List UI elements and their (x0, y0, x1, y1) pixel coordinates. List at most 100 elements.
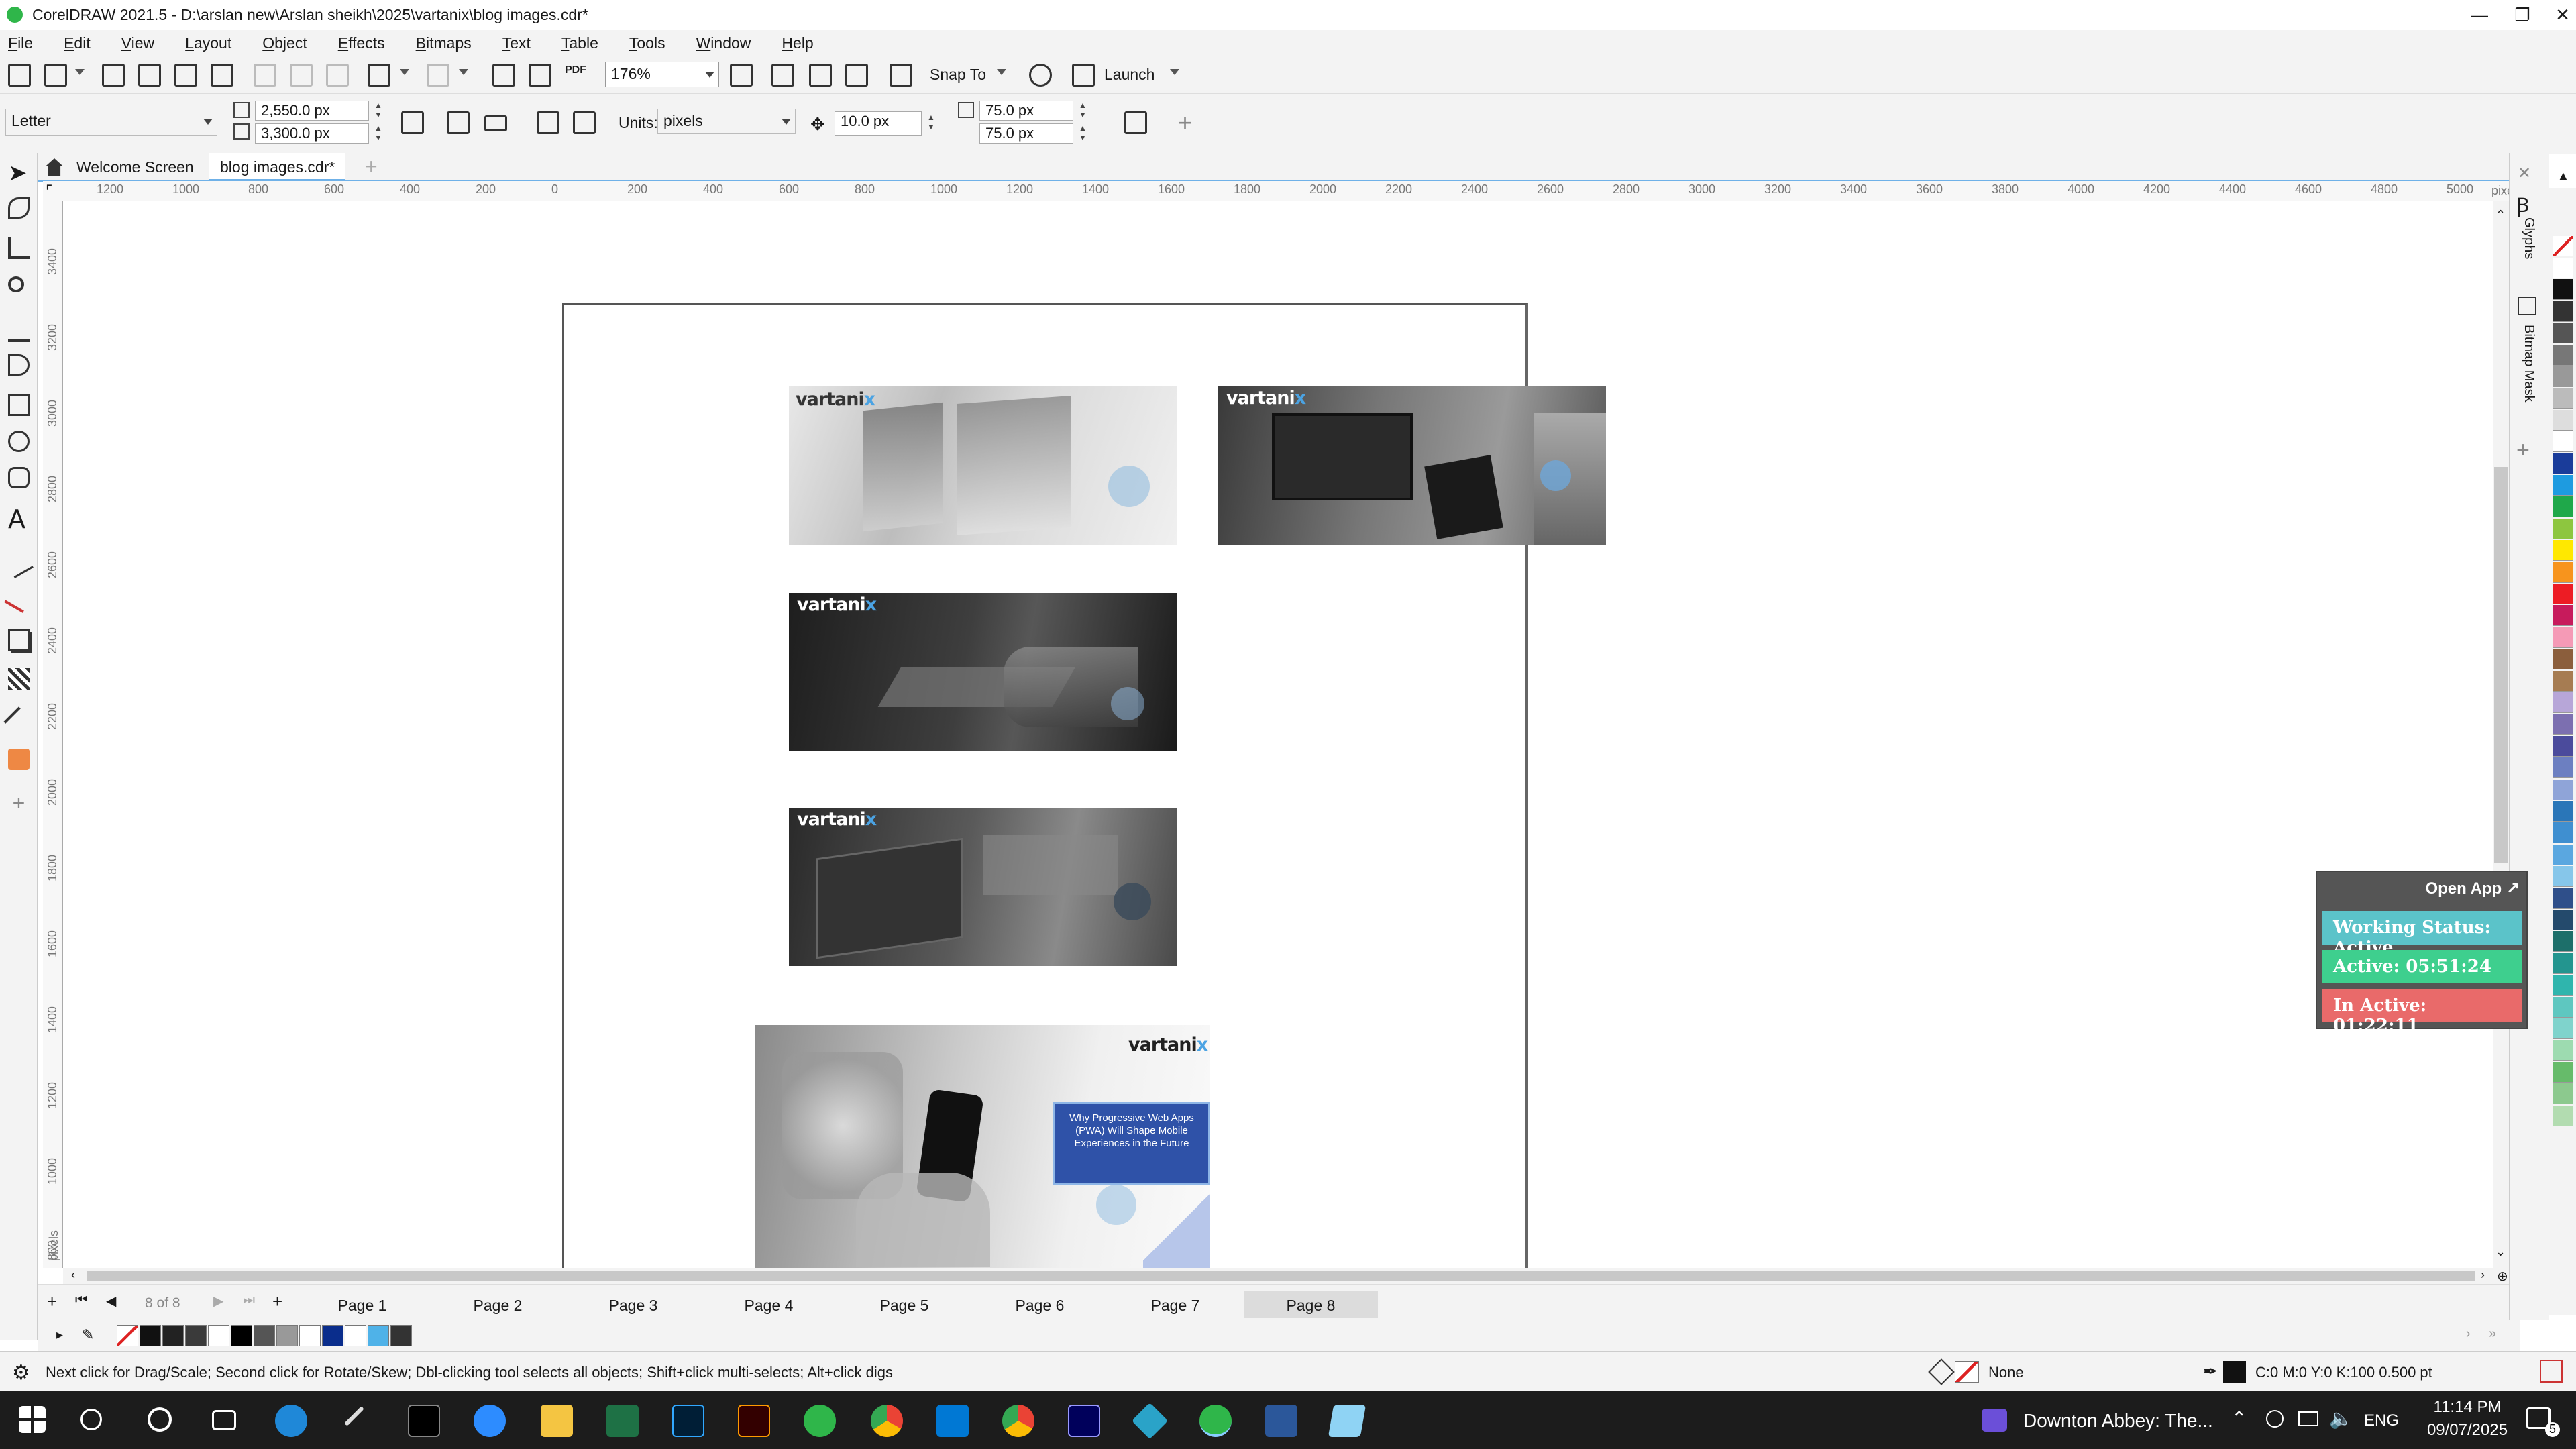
last-page-icon[interactable]: ⏭ (243, 1293, 255, 1308)
previous-page-icon[interactable]: ◀ (106, 1293, 116, 1309)
color-swatch[interactable] (2553, 301, 2573, 322)
color-swatch[interactable] (2553, 584, 2573, 604)
horizontal-ruler[interactable]: ⌜ 1200 1000 800 600 400 200 0 200 400 600 800 1000 1… (43, 181, 2525, 201)
tab-blog-images[interactable]: blog images.cdr* (209, 153, 346, 181)
upload-icon[interactable] (174, 64, 197, 87)
open-icon[interactable] (44, 64, 67, 87)
all-pages-icon[interactable] (537, 111, 559, 134)
ellipse-tool-icon[interactable] (8, 431, 30, 452)
menu-view[interactable]: View (121, 34, 154, 52)
document-color-swatch[interactable] (185, 1325, 207, 1346)
color-swatch[interactable] (2553, 279, 2573, 301)
ruler-origin-icon[interactable]: ⌜ (46, 182, 52, 200)
grid-icon[interactable] (809, 64, 832, 87)
color-swatch[interactable] (2553, 540, 2573, 561)
outline-swatch[interactable] (2223, 1361, 2246, 1383)
blog-image-3[interactable]: vartanix (789, 593, 1177, 751)
dup-x-spinner[interactable]: ▲ ▼ (1075, 101, 1091, 121)
search-icon[interactable] (80, 1409, 102, 1430)
page-tab-1[interactable]: Page 1 (295, 1291, 429, 1318)
color-swatch[interactable] (2553, 649, 2573, 670)
page-tab-6[interactable]: Page 6 (973, 1291, 1107, 1318)
add-icon[interactable]: + (1178, 109, 1192, 137)
pen-icon[interactable]: ✒ (2203, 1361, 2218, 1382)
add-tab-icon[interactable]: + (365, 154, 378, 179)
vertical-ruler[interactable]: 3400 3200 3000 2800 2600 2400 2200 2000 1800 1600… (43, 201, 63, 1268)
color-swatch[interactable] (2553, 496, 2573, 518)
launch-button[interactable]: Launch (1104, 66, 1155, 84)
document-color-swatch[interactable] (276, 1325, 298, 1346)
no-color-swatch[interactable] (2553, 236, 2573, 256)
color-swatch[interactable] (2553, 866, 2573, 888)
width-spinner[interactable]: ▲ ▼ (370, 101, 386, 121)
excel-icon[interactable] (606, 1405, 639, 1437)
full-screen-icon[interactable] (730, 64, 753, 87)
color-swatch[interactable] (2553, 518, 2573, 539)
cut-icon[interactable] (254, 64, 276, 87)
page-tab-8-active[interactable]: Page 8 (1244, 1291, 1378, 1318)
current-page-icon[interactable] (573, 111, 596, 134)
crop-tool-icon[interactable] (8, 237, 30, 259)
page-size-combo[interactable]: Letter (5, 109, 217, 136)
text-tool-icon[interactable]: A (8, 506, 30, 532)
eyedropper-icon[interactable] (3, 706, 34, 737)
color-swatch[interactable] (2553, 388, 2573, 409)
drawing-canvas[interactable]: vartanix vartanix vartanix vartanix Why … (63, 201, 2509, 1268)
bitmap-mask-docker-tab[interactable]: Bitmap Mask (2521, 325, 2536, 402)
connector-tool-icon[interactable] (4, 584, 34, 613)
cortana-icon[interactable] (148, 1407, 172, 1432)
zoom-tool-icon[interactable] (8, 276, 24, 292)
duplicate-y-field[interactable]: 75.0 px (979, 123, 1073, 144)
photoshop-icon[interactable] (672, 1405, 704, 1437)
menu-effects[interactable]: Effects (338, 34, 385, 52)
next-page-icon[interactable]: ▶ (213, 1293, 223, 1309)
first-page-icon[interactable]: ⏮ (75, 1293, 87, 1308)
pdf-export-icon[interactable]: PDF (565, 64, 586, 76)
save-icon[interactable] (102, 64, 125, 87)
interactive-fill-icon[interactable] (8, 749, 30, 770)
page-tab-3[interactable]: Page 3 (566, 1291, 700, 1318)
document-color-swatch[interactable] (299, 1325, 321, 1346)
color-swatch[interactable] (2553, 258, 2573, 278)
menu-bitmaps[interactable]: Bitmaps (416, 34, 472, 52)
color-swatch[interactable] (2553, 888, 2573, 909)
nudge-distance-field[interactable]: 10.0 px (835, 111, 922, 136)
color-swatch[interactable] (2553, 1105, 2573, 1126)
menu-layout[interactable]: Layout (185, 34, 231, 52)
vscode-icon[interactable] (936, 1405, 969, 1437)
menu-object[interactable]: Object (262, 34, 307, 52)
color-swatch[interactable] (2553, 561, 2573, 583)
app-icon-2[interactable] (1328, 1405, 1366, 1437)
portrait-icon[interactable] (447, 111, 470, 134)
home-icon[interactable] (46, 158, 63, 176)
export-icon[interactable] (529, 64, 551, 87)
open-app-link[interactable]: Open App ↗ (2425, 879, 2520, 898)
gear-icon[interactable] (1029, 64, 1052, 87)
menu-window[interactable]: Window (696, 34, 751, 52)
color-swatch[interactable] (2553, 953, 2573, 974)
color-swatch[interactable] (2553, 670, 2573, 692)
page-width-field[interactable]: 2,550.0 px (255, 101, 369, 121)
media-title[interactable]: Downton Abbey: The... (2023, 1410, 2213, 1432)
copy-icon[interactable] (290, 64, 313, 87)
launch-icon[interactable] (1072, 64, 1095, 87)
shape-tool-icon[interactable] (8, 197, 30, 219)
blog-image-5[interactable]: Why Progressive Web Apps (PWA) Will Shap… (755, 1025, 1210, 1268)
duplicate-x-field[interactable]: 75.0 px (979, 101, 1073, 121)
document-color-swatch[interactable] (322, 1325, 343, 1346)
landscape-icon[interactable] (484, 115, 507, 131)
pen-app-icon[interactable] (344, 1406, 364, 1426)
start-icon[interactable] (19, 1406, 46, 1433)
redo-icon[interactable] (427, 64, 449, 87)
blog-image-1[interactable]: vartanix (789, 386, 1177, 545)
page-height-field[interactable]: 3,300.0 px (255, 123, 369, 144)
blog-image-2[interactable]: vartanix (1218, 386, 1606, 545)
launch-dropdown-icon[interactable] (1170, 69, 1179, 75)
scroll-up-icon[interactable]: ⌃ (2496, 208, 2506, 222)
no-color-swatch[interactable] (117, 1325, 138, 1346)
menu-edit[interactable]: Edit (64, 34, 91, 52)
edge-icon[interactable] (275, 1405, 307, 1437)
color-swatch[interactable] (2553, 996, 2573, 1018)
palette-expand-icon[interactable]: » (2489, 1326, 2496, 1342)
page-tab-5[interactable]: Page 5 (837, 1291, 971, 1318)
